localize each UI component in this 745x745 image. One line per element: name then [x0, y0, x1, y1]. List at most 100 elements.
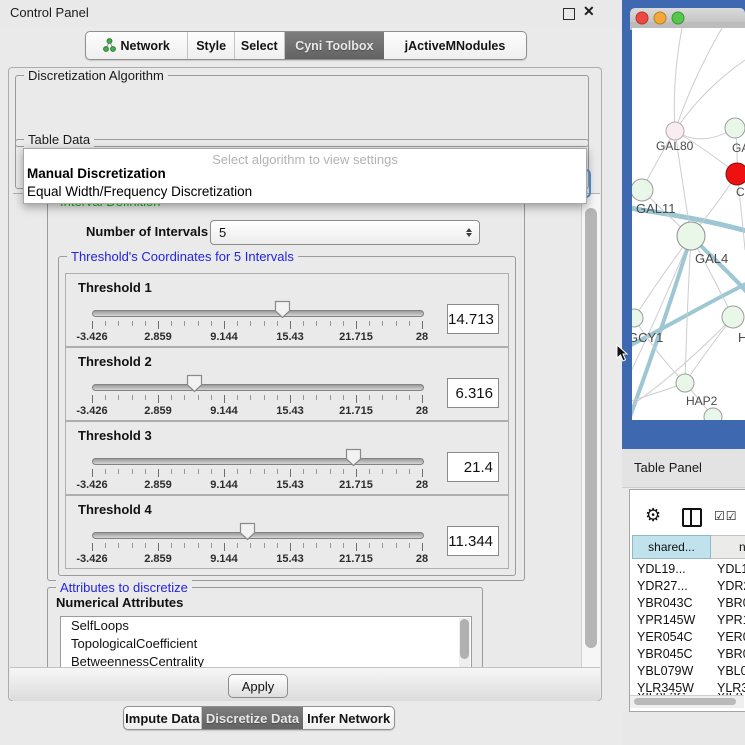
node-gal11[interactable]: [631, 179, 653, 201]
node-hap2[interactable]: [676, 374, 694, 392]
algorithm-option-equal-width[interactable]: Equal Width/Frequency Discretization: [27, 184, 252, 199]
threshold-4-value-field[interactable]: 11.344: [447, 526, 499, 556]
tab-jactivemnodules[interactable]: jActiveMNodules: [384, 32, 526, 59]
table-hscrollbar-thumb[interactable]: [634, 698, 736, 705]
network-view-window[interactable]: GAL80 GA C GAL11 GAL4 GCY1 H HAP2: [622, 0, 745, 449]
tick-mark: [356, 543, 357, 551]
node-label-partial-c: C: [736, 185, 745, 199]
close-traffic-light-icon[interactable]: [636, 12, 648, 24]
slider-track[interactable]: [92, 532, 424, 539]
float-window-icon[interactable]: [563, 8, 575, 20]
tab-infer-network[interactable]: Infer Network: [303, 707, 394, 729]
tick-mark: [396, 469, 397, 474]
algorithm-placeholder-option[interactable]: Select algorithm to view settings: [24, 152, 586, 167]
tick-mark: [316, 395, 317, 400]
table-row[interactable]: YPR145WYPR1: [630, 612, 745, 629]
close-icon[interactable]: ✕: [583, 3, 595, 20]
threshold-2-value-field[interactable]: 6.316: [447, 378, 499, 408]
node-right[interactable]: [722, 306, 744, 328]
tick-mark: [105, 321, 106, 326]
threshold-4-slider[interactable]: -3.4262.8599.14415.4321.71528: [92, 496, 422, 570]
table-row[interactable]: YBR043CYBR0: [630, 595, 745, 612]
tick-mark: [303, 321, 304, 326]
column-header-name[interactable]: na: [711, 535, 745, 559]
tab-network[interactable]: Network: [86, 32, 188, 59]
slider-track[interactable]: [92, 310, 424, 317]
table-horizontal-scrollbar[interactable]: [630, 695, 744, 708]
tick-mark: [105, 395, 106, 400]
threshold-2-slider[interactable]: -3.4262.8599.14415.4321.71528: [92, 348, 422, 422]
tick-mark: [105, 543, 106, 548]
tick-mark: [224, 321, 225, 329]
apply-button[interactable]: Apply: [228, 674, 288, 698]
slider-track[interactable]: [92, 458, 424, 465]
tick-mark: [277, 469, 278, 474]
tick-label: 28: [416, 331, 428, 343]
tick-label: 21.715: [339, 553, 373, 565]
tick-label: 28: [416, 553, 428, 565]
tick-mark: [132, 395, 133, 400]
tick-mark: [184, 543, 185, 548]
tab-cyni-toolbox[interactable]: Cyni Toolbox: [285, 32, 384, 59]
tab-select[interactable]: Select: [235, 32, 285, 59]
tick-mark: [303, 395, 304, 400]
tab-impute-data[interactable]: Impute Data: [124, 707, 202, 729]
tick-label: 9.144: [210, 331, 238, 343]
tick-mark: [171, 395, 172, 400]
node-red-selected[interactable]: [726, 163, 745, 185]
node-gal4[interactable]: [677, 222, 705, 250]
tab-discretize-data[interactable]: Discretize Data: [202, 707, 304, 729]
node-top-right[interactable]: [725, 118, 745, 138]
tick-mark: [369, 321, 370, 326]
slider-thumb[interactable]: [345, 448, 362, 467]
node-label-gcy1: GCY1: [628, 330, 663, 345]
settings-scrollbar-thumb[interactable]: [585, 208, 597, 648]
slider-scale-labels: -3.4262.8599.14415.4321.71528: [92, 405, 422, 417]
threshold-1-value-field[interactable]: 14.713: [447, 304, 499, 334]
tick-mark: [330, 469, 331, 474]
slider-thumb[interactable]: [239, 522, 256, 541]
checkboxes-icon[interactable]: ☑☑: [714, 509, 738, 523]
tab-style[interactable]: Style: [188, 32, 235, 59]
list-scrollbar-thumb[interactable]: [460, 619, 469, 659]
list-item-topologicalcoefficient[interactable]: TopologicalCoefficient: [61, 635, 471, 653]
node-label-gal80: GAL80: [656, 139, 694, 153]
split-view-icon[interactable]: [682, 508, 702, 527]
zoom-traffic-light-icon[interactable]: [672, 12, 684, 24]
tick-mark: [422, 543, 423, 551]
table-row[interactable]: YBR045CYBR0: [630, 646, 745, 663]
minimize-traffic-light-icon[interactable]: [654, 12, 666, 24]
threshold-row-2: Threshold 2 -3.4262.8599.14415.4321.7152…: [65, 347, 509, 421]
tick-mark: [382, 395, 383, 400]
threshold-1-slider[interactable]: -3.4262.8599.14415.4321.71528: [92, 274, 422, 348]
list-item-selfloops[interactable]: SelfLoops: [61, 617, 471, 635]
number-of-intervals-value: 5: [219, 225, 226, 240]
list-scrollbar[interactable]: [459, 618, 470, 669]
algorithm-option-manual[interactable]: Manual Discretization: [27, 166, 166, 181]
tick-mark: [211, 321, 212, 326]
cell: YPR1: [717, 612, 745, 629]
tick-mark: [250, 543, 251, 548]
cell: YDL19...: [637, 561, 686, 578]
tick-mark: [330, 395, 331, 400]
tick-label: -3.426: [76, 331, 107, 343]
tick-mark: [105, 469, 106, 474]
table-row[interactable]: YDR27...YDR2: [630, 578, 745, 595]
number-of-intervals-spinner[interactable]: 5: [210, 220, 480, 245]
tick-mark: [92, 321, 93, 329]
slider-thumb[interactable]: [274, 300, 291, 319]
table-row[interactable]: YBL079WYBL0: [630, 663, 745, 680]
tick-label: 15.43: [276, 331, 304, 343]
slider-track[interactable]: [92, 384, 424, 391]
settings-vertical-scrollbar[interactable]: [581, 194, 600, 668]
threshold-3-value-field[interactable]: 21.4: [447, 452, 499, 482]
threshold-3-slider[interactable]: -3.4262.8599.14415.4321.71528: [92, 422, 422, 496]
gear-icon[interactable]: ⚙: [645, 506, 661, 524]
cell: YBL0: [717, 663, 745, 680]
table-row[interactable]: YER054CYER0: [630, 629, 745, 646]
tick-mark: [145, 321, 146, 326]
column-header-shared[interactable]: shared...: [632, 535, 711, 559]
table-row[interactable]: YDL19...YDL1: [630, 561, 745, 578]
node-gal80[interactable]: [666, 122, 684, 140]
slider-thumb[interactable]: [186, 374, 203, 393]
